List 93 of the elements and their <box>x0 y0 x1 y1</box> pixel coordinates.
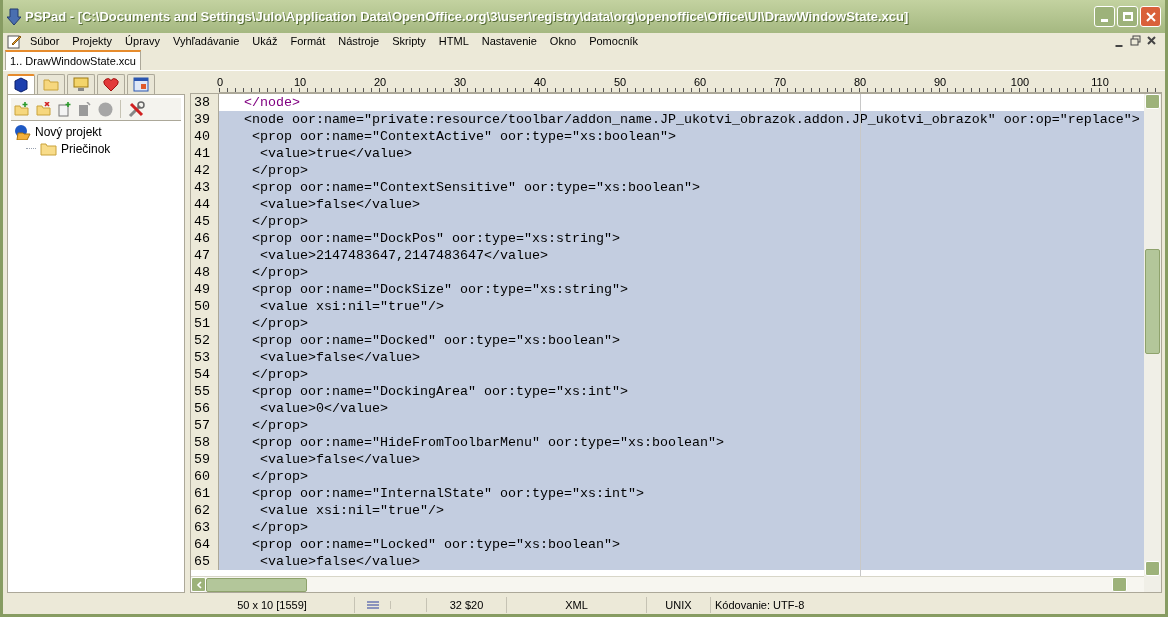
sidebar-tab[interactable] <box>127 74 155 94</box>
line-number: 63 <box>191 519 219 536</box>
menu-item[interactable]: Úpravy <box>125 32 160 50</box>
sidebar-tab[interactable] <box>97 74 125 94</box>
folder-icon <box>40 141 57 156</box>
status-position: 50 x 10 [1559] <box>190 596 355 614</box>
notepad-icon <box>7 33 22 49</box>
file-delete-icon[interactable] <box>78 101 91 117</box>
project-icon <box>14 123 31 140</box>
scroll-up-button[interactable] <box>1145 94 1160 109</box>
vertical-scroll-thumb[interactable] <box>1145 249 1160 354</box>
line-number: 44 <box>191 196 219 213</box>
status-character: 32 $20 <box>427 596 507 614</box>
close-document-button[interactable] <box>1146 35 1157 46</box>
line-number: 50 <box>191 298 219 315</box>
scroll-left-button[interactable] <box>191 577 206 592</box>
menu-item[interactable]: Pomocník <box>589 32 639 50</box>
ruler-label: 80 <box>853 75 867 90</box>
line-number: 40 <box>191 128 219 145</box>
ruler-label: 30 <box>453 75 467 90</box>
heart-icon <box>103 77 119 92</box>
line-number: 45 <box>191 213 219 230</box>
scroll-right-button[interactable] <box>1112 577 1127 592</box>
line-number: 54 <box>191 366 219 383</box>
document-tab[interactable]: 1.. DrawWindowState.xcu <box>5 50 141 70</box>
circle-icon[interactable] <box>98 101 113 117</box>
line-number: 59 <box>191 451 219 468</box>
close-button[interactable] <box>1140 6 1161 27</box>
scroll-down-button[interactable] <box>1145 561 1160 576</box>
sidebar-tab[interactable] <box>7 74 35 94</box>
ruler-label: 20 <box>373 75 387 90</box>
ruler-label: 60 <box>693 75 707 90</box>
line-number: 41 <box>191 145 219 162</box>
minimize-button[interactable] <box>1094 6 1115 27</box>
line-number: 48 <box>191 264 219 281</box>
line-number: 55 <box>191 383 219 400</box>
status-syntax: XML <box>507 596 647 614</box>
line-number: 65 <box>191 553 219 570</box>
folder-remove-icon[interactable] <box>36 102 51 116</box>
tree-item[interactable]: Priečinok <box>61 139 111 158</box>
ruler-label: 70 <box>773 75 787 90</box>
folder-add-icon[interactable] <box>14 102 29 116</box>
ruler-label: 10 <box>293 75 307 90</box>
line-number: 51 <box>191 315 219 332</box>
ruler-label: 0 <box>216 75 224 90</box>
menu-item[interactable]: Skripty <box>392 32 426 50</box>
menu-item[interactable]: Projekty <box>72 32 113 50</box>
horizontal-scroll-thumb[interactable] <box>206 577 307 592</box>
chevron-left-icon <box>195 580 202 589</box>
maximize-button[interactable] <box>1117 6 1138 27</box>
tree-item[interactable]: Nový projekt <box>35 122 102 141</box>
ruler-label: 40 <box>533 75 547 90</box>
close-icon <box>1145 11 1156 22</box>
cube-icon <box>14 77 28 93</box>
ruler-label: 110 <box>1091 75 1109 90</box>
menu-item[interactable]: Formát <box>290 32 326 50</box>
menu-item[interactable]: Vyhľadávanie <box>172 32 240 50</box>
line-number: 38 <box>191 94 219 111</box>
status-encoding: Kódovanie: UTF-8 <box>714 597 805 613</box>
ruler-label: 50 <box>613 75 627 90</box>
line-number: 43 <box>191 179 219 196</box>
status-line-endings: UNIX <box>647 596 711 614</box>
menu-item[interactable]: HTML <box>438 32 469 50</box>
window-title: PSPad - [C:\Documents and Settings\Julo\Application Data\OpenOffice.org\3\user\registry\data\org\openoffice\Office\UI\DrawWindowState.xcu] <box>25 7 910 26</box>
ruler-label: 90 <box>933 75 947 90</box>
line-number: 60 <box>191 468 219 485</box>
line-number: 57 <box>191 417 219 434</box>
line-number: 56 <box>191 400 219 417</box>
line-number: 49 <box>191 281 219 298</box>
menu-item[interactable]: Nastavenie <box>481 32 537 50</box>
line-number: 61 <box>191 485 219 502</box>
line-number: 53 <box>191 349 219 366</box>
tools-icon[interactable] <box>128 100 145 118</box>
line-number: 47 <box>191 247 219 264</box>
line-number: 52 <box>191 332 219 349</box>
folder-icon <box>43 78 59 91</box>
menu-item[interactable]: Súbor <box>30 32 60 50</box>
windows-icon <box>133 77 149 92</box>
line-number: 39 <box>191 111 219 128</box>
line-number: 58 <box>191 434 219 451</box>
line-number: 46 <box>191 230 219 247</box>
file-add-icon[interactable] <box>58 101 71 117</box>
menu-item[interactable]: Okno <box>549 32 577 50</box>
line-number: 62 <box>191 502 219 519</box>
line-number: 42 <box>191 162 219 179</box>
computer-icon <box>73 77 89 92</box>
app-icon <box>7 7 21 26</box>
ruler-label: 100 <box>1010 75 1030 90</box>
line-number: 64 <box>191 536 219 553</box>
menu-item[interactable]: Nástroje <box>338 32 380 50</box>
menu-item[interactable]: Ukáž <box>252 32 278 50</box>
restore-document-button[interactable] <box>1130 35 1142 46</box>
lines-icon <box>366 601 379 609</box>
